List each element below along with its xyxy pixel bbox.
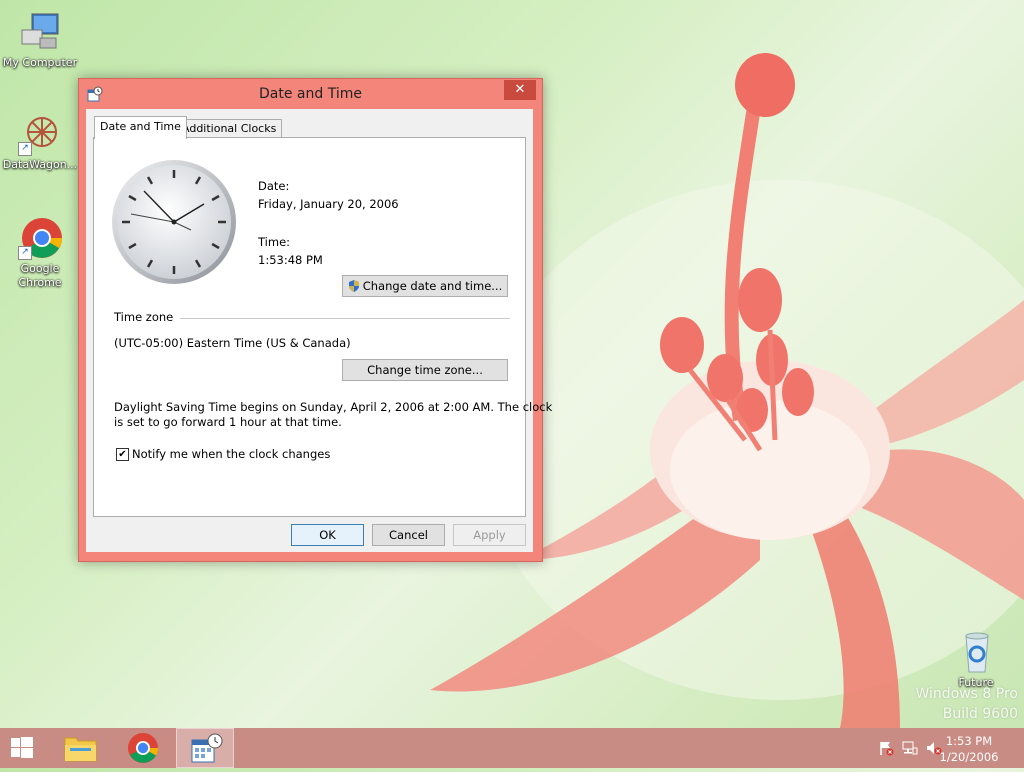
change-date-and-time-label: Change date and time...	[362, 279, 503, 293]
date-time-app-icon	[191, 733, 223, 763]
shortcut-arrow-icon: ↗	[18, 142, 32, 156]
shortcut-arrow-icon: ↗	[18, 246, 32, 260]
time-label: Time:	[258, 235, 291, 249]
datawagon-icon: ↗	[18, 112, 62, 156]
network-icon[interactable]	[902, 740, 918, 756]
desktop-icon-my-computer[interactable]: My Computer	[0, 10, 80, 70]
folder-icon	[64, 737, 97, 762]
windows-logo-icon	[11, 737, 33, 758]
taskbar-clock[interactable]: 1:53 PM 1/20/2006	[934, 733, 1004, 765]
date-label: Date:	[258, 179, 290, 193]
recycle-bin-icon	[954, 630, 998, 674]
change-date-and-time-button[interactable]: Change date and time...	[342, 275, 508, 297]
dst-info-line2: is set to go forward 1 hour at that time…	[114, 415, 342, 429]
taskbar-file-explorer[interactable]	[52, 728, 110, 768]
taskbar: 1:53 PM 1/20/2006	[0, 728, 1024, 768]
time-value: 1:53:48 PM	[258, 253, 323, 267]
timezone-divider	[180, 318, 510, 319]
timezone-header: Time zone	[114, 310, 174, 324]
watermark-line2: Build 9600	[942, 706, 1018, 722]
taskbar-date-and-time[interactable]	[176, 728, 234, 768]
action-center-flag-icon[interactable]	[878, 740, 894, 756]
analog-clock	[112, 160, 236, 284]
close-button[interactable]: ✕	[504, 80, 536, 100]
taskbar-google-chrome[interactable]	[114, 728, 172, 768]
start-button[interactable]	[0, 728, 58, 768]
system-tray: 1:53 PM 1/20/2006	[864, 728, 1024, 768]
dst-info-line1: Daylight Saving Time begins on Sunday, A…	[114, 400, 553, 414]
taskbar-clock-time: 1:53 PM	[945, 734, 993, 748]
watermark-line1: Windows 8 Pro	[915, 686, 1018, 702]
taskbar-clock-date: 1/20/2006	[939, 750, 999, 764]
notify-checkbox[interactable]: ✔	[116, 448, 129, 461]
title-bar[interactable]: Date and Time ✕	[79, 79, 542, 109]
date-value: Friday, January 20, 2006	[258, 197, 399, 211]
desktop-icon-label: DataWagon...	[2, 158, 78, 171]
desktop-icon-label-line1: Google	[20, 262, 60, 275]
ok-button[interactable]: OK	[291, 524, 364, 546]
tab-date-and-time[interactable]: Date and Time	[94, 116, 187, 139]
computer-icon	[18, 10, 62, 54]
desktop-icon-label-line2: Chrome	[18, 276, 62, 289]
desktop-icon-google-chrome[interactable]: ↗ Google Chrome	[0, 216, 80, 290]
cancel-button[interactable]: Cancel	[372, 524, 445, 546]
date-time-dialog: Date and Time ✕ Date and Time Additional…	[78, 78, 552, 562]
tab-additional-clocks[interactable]: Additional Clocks	[176, 119, 283, 138]
os-watermark: Windows 8 Pro Build 9600	[915, 684, 1018, 724]
uac-shield-icon	[348, 278, 360, 292]
dialog-client-area: Date and Time Additional Clocks Date: Fr…	[86, 109, 552, 552]
chrome-icon: ↗	[18, 216, 62, 260]
chrome-icon	[128, 733, 158, 763]
notify-checkbox-label[interactable]: Notify me when the clock changes	[132, 447, 330, 461]
desktop-icon-recycle-bin[interactable]: Future	[936, 630, 1016, 690]
desktop-icon-datawagon[interactable]: ↗ DataWagon...	[0, 112, 80, 172]
window-title: Date and Time	[259, 86, 362, 102]
change-time-zone-button[interactable]: Change time zone...	[342, 359, 508, 381]
close-icon: ✕	[514, 82, 526, 97]
desktop-icon-label: My Computer	[2, 56, 78, 69]
timezone-value: (UTC-05:00) Eastern Time (US & Canada)	[114, 336, 351, 350]
tab-panel: Date: Friday, January 20, 2006 Time: 1:5…	[93, 137, 552, 517]
apply-button[interactable]: Apply	[453, 524, 526, 546]
